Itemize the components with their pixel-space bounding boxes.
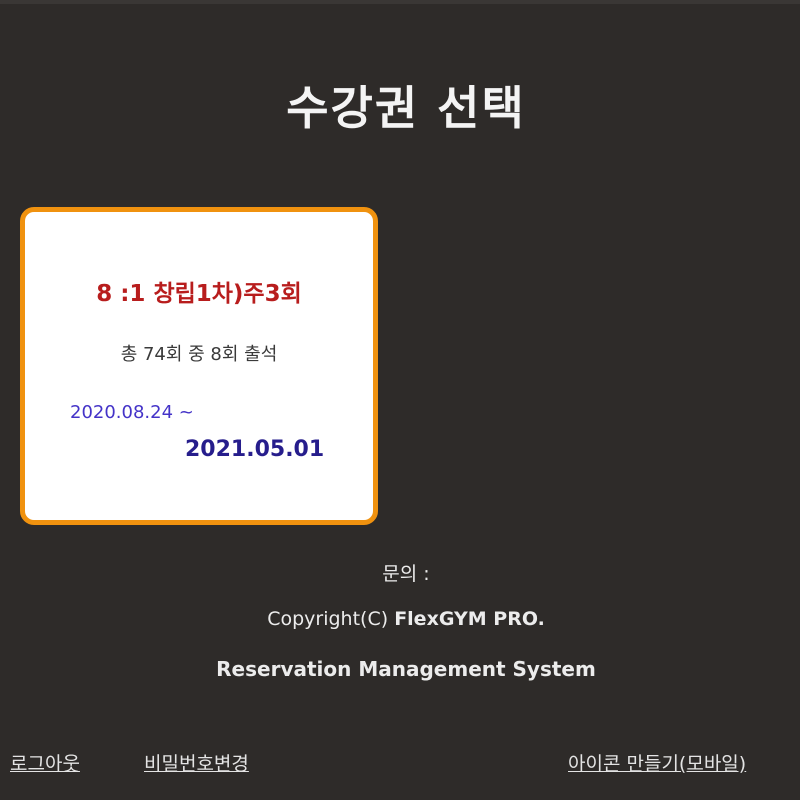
page-title: 수강권 선택 (286, 81, 526, 135)
contact-label: 문의 : (382, 563, 430, 585)
pass-end-date: 2021.05.01 (185, 437, 325, 462)
attendance-count: 총 74회 중 8회 출석 (120, 344, 278, 365)
pass-selection-screen: 수강권 선택 8 :1 창립1차)주3회 총 74회 중 8회 출석 2020.… (0, 0, 800, 800)
copyright-line: Copyright(C) FlexGYM PRO. (0, 608, 800, 630)
copyright-prefix: Copyright(C) (267, 608, 395, 630)
pass-start-date: 2020.08.24 ~ (70, 402, 194, 423)
brand-name: FlexGYM PRO. (394, 608, 545, 630)
change-password-link[interactable]: 비밀번호변경 (144, 749, 249, 776)
pass-name: 8 :1 창립1차)주3회 (96, 281, 302, 307)
pass-card[interactable]: 8 :1 창립1차)주3회 총 74회 중 8회 출석 2020.08.24 ~… (20, 207, 378, 525)
top-strip (0, 0, 800, 4)
logout-link[interactable]: 로그아웃 (10, 749, 80, 776)
system-name: Reservation Management System (216, 657, 596, 681)
make-icon-link[interactable]: 아이콘 만들기(모바일) (568, 749, 746, 776)
